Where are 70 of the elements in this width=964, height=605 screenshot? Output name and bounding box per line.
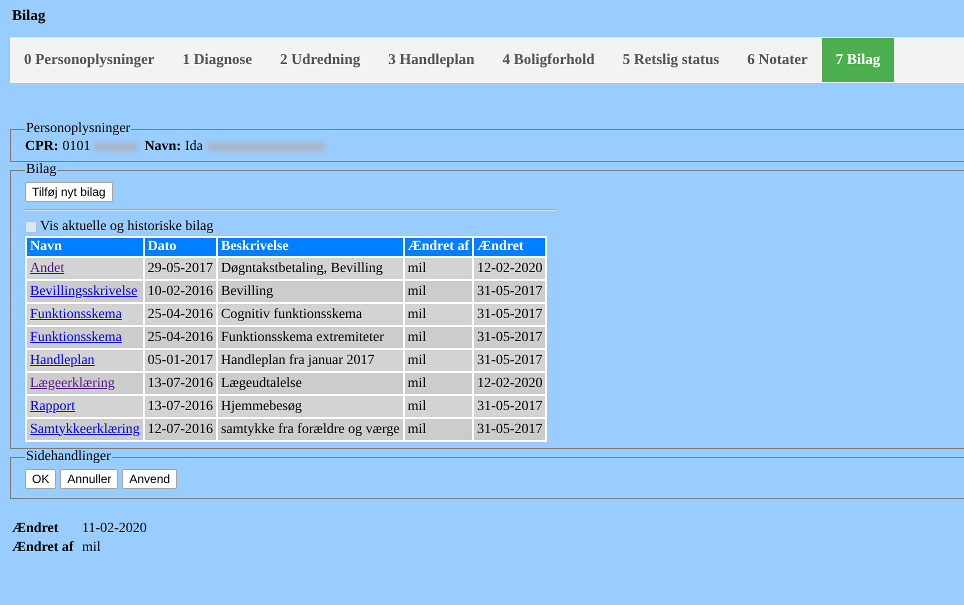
panel-legend: Sidehandlinger xyxy=(25,449,112,465)
table-cell: 29-05-2017 xyxy=(144,258,216,279)
table-cell: 13-07-2016 xyxy=(144,373,216,394)
attachment-link[interactable]: Bevillingsskrivelse xyxy=(30,284,138,298)
table-cell: 31-05-2017 xyxy=(474,327,546,348)
action-button[interactable]: Anvend xyxy=(122,469,178,489)
table-cell: Lægeudtalelse xyxy=(218,373,403,394)
table-cell: 31-05-2017 xyxy=(474,281,546,302)
table-cell: Hjemmebesøg xyxy=(218,396,403,417)
table-cell: 25-04-2016 xyxy=(144,327,216,348)
name-label: Navn: xyxy=(144,139,181,155)
action-button[interactable]: OK xyxy=(25,469,56,489)
column-header: Ændret xyxy=(474,238,546,256)
table-cell: 12-02-2020 xyxy=(474,373,546,394)
tab[interactable]: 0 Personoplysninger xyxy=(10,38,168,82)
column-header: Beskrivelse xyxy=(218,238,403,256)
field-value: 11-02-2020 xyxy=(82,520,147,538)
tab[interactable]: 3 Handleplan xyxy=(374,38,488,82)
field-label: Ændret xyxy=(12,520,60,538)
name-value: Ida xyxy=(185,139,203,155)
add-attachment-button[interactable]: Tilføj nyt bilag xyxy=(25,182,113,202)
panel-legend: Personoplysninger xyxy=(25,121,132,137)
table-cell: 25-04-2016 xyxy=(144,304,216,325)
table-cell: samtykke fra forældre og værge xyxy=(218,419,403,440)
tab[interactable]: 6 Notater xyxy=(733,38,822,82)
checkbox-label: Vis aktuelle og historiske bilag xyxy=(40,219,214,235)
table-cell: 13-07-2016 xyxy=(144,396,216,417)
table-cell: 31-05-2017 xyxy=(474,396,546,417)
table-cell: Bevilling xyxy=(218,281,403,302)
attachment-link[interactable]: Lægeerklæring xyxy=(30,376,115,390)
attachment-link[interactable]: Handleplan xyxy=(30,352,95,368)
action-button[interactable]: Annuller xyxy=(60,469,118,489)
tab[interactable]: 4 Boligforhold xyxy=(488,38,609,82)
attachment-link[interactable]: Rapport xyxy=(30,398,76,414)
redacted-text xyxy=(94,142,138,152)
table-cell: mil xyxy=(404,327,472,348)
tab[interactable]: 2 Udredning xyxy=(266,38,374,82)
table-cell: 10-02-2016 xyxy=(144,281,216,302)
attachment-link[interactable]: Samtykkeerklæring xyxy=(30,422,140,436)
table-cell: 31-05-2017 xyxy=(474,304,546,325)
column-header: Dato xyxy=(144,238,216,256)
field-value: mil xyxy=(82,539,101,557)
panel-legend: Bilag xyxy=(25,162,58,178)
table-cell: 31-05-2017 xyxy=(474,350,546,371)
table-cell: Handleplan fra januar 2017 xyxy=(218,350,403,371)
attachment-link[interactable]: Andet xyxy=(30,260,64,276)
tab[interactable]: 5 Retslig status xyxy=(608,38,734,82)
cpr-value: 0101 xyxy=(62,139,90,155)
table-cell: mil xyxy=(404,419,472,440)
column-header: Ændret af xyxy=(404,238,472,256)
field-label: Ændret af xyxy=(12,539,74,557)
table-cell: Funktionsskema extremiteter xyxy=(218,327,403,348)
table-cell: 12-07-2016 xyxy=(144,419,216,440)
attachment-link[interactable]: Funktionsskema xyxy=(30,306,122,322)
table-cell: mil xyxy=(404,304,472,325)
page-title: Bilag xyxy=(11,7,46,26)
table-cell: 05-01-2017 xyxy=(144,350,216,371)
table-cell: mil xyxy=(404,281,472,302)
table-cell: mil xyxy=(404,258,472,279)
table-cell: 31-05-2017 xyxy=(474,419,546,440)
table-cell: mil xyxy=(404,396,472,417)
table-cell: Døgntakstbetaling, Bevilling xyxy=(218,258,403,279)
table-cell: Cognitiv funktionsskema xyxy=(218,304,403,325)
table-cell: mil xyxy=(404,373,472,394)
column-header: Navn xyxy=(27,238,143,256)
table-cell: 12-02-2020 xyxy=(474,258,546,279)
tab[interactable]: 1 Diagnose xyxy=(168,38,266,82)
cpr-label: CPR: xyxy=(25,139,58,155)
table-cell: mil xyxy=(404,350,472,371)
attachment-link[interactable]: Funktionsskema xyxy=(30,330,122,344)
